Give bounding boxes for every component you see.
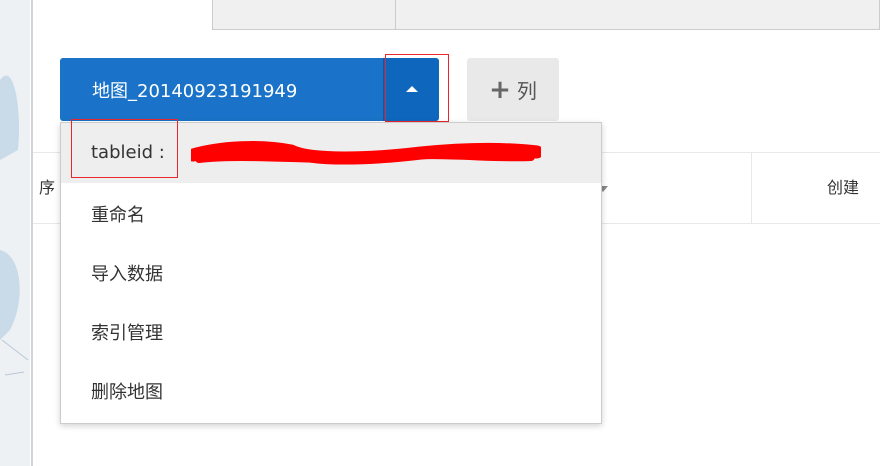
map-panel-divider (31, 0, 33, 466)
table-header-created[interactable]: 创建 (827, 153, 880, 223)
table-header-col-1-label: 序 (39, 178, 56, 197)
redaction-scribble (191, 141, 541, 165)
map-dropdown-menu: tableid : 重命名 导入数据 索引管理 删除地图 (60, 119, 602, 424)
map-name-button[interactable]: 地图_20140923191949 (60, 58, 383, 121)
table-header-separator (751, 153, 752, 223)
top-toolbar-remnant (212, 0, 880, 30)
menu-item-index-management[interactable]: 索引管理 (61, 305, 601, 363)
menu-item-tableid[interactable]: tableid : (61, 119, 601, 183)
plus-icon: + (489, 74, 511, 105)
toggle-highlight-box (385, 54, 449, 122)
table-header-created-label: 创建 (827, 178, 860, 197)
menu-item-import-data-label: 导入数据 (91, 264, 163, 285)
menu-item-rename-label: 重命名 (91, 205, 145, 226)
menu-item-delete-map-label: 删除地图 (91, 382, 163, 403)
map-coastline-graphic (0, 0, 30, 466)
tableid-highlight-box (71, 119, 178, 178)
menu-item-delete-map[interactable]: 删除地图 (61, 364, 601, 422)
add-column-label: 列 (516, 79, 537, 103)
map-preview-strip (0, 0, 30, 466)
menu-item-index-management-label: 索引管理 (91, 323, 163, 344)
top-toolbar-separator (395, 0, 396, 29)
menu-item-rename[interactable]: 重命名 (61, 187, 601, 245)
add-column-button[interactable]: + 列 (467, 58, 559, 121)
map-name-label: 地图_20140923191949 (92, 80, 298, 102)
menu-item-import-data[interactable]: 导入数据 (61, 246, 601, 304)
